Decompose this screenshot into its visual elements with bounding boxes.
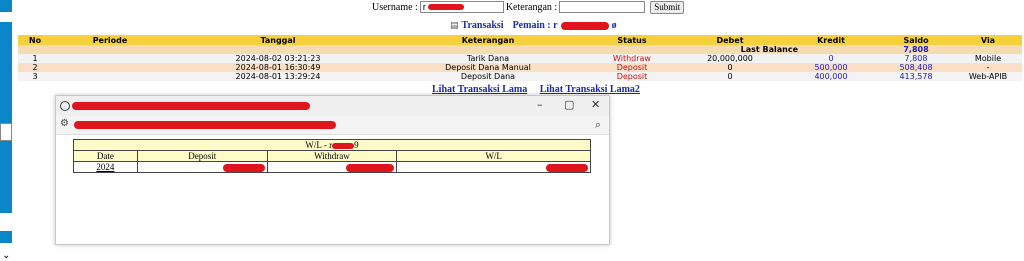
table-cell: 1 bbox=[18, 54, 52, 63]
popup-titlebar: – ▢ ✕ bbox=[56, 96, 609, 116]
globe-icon bbox=[60, 101, 70, 111]
transaction-table: No Periode Tanggal Keterangan Status Deb… bbox=[18, 35, 1022, 81]
table-cell bbox=[954, 45, 1022, 54]
table-cell: Mobile bbox=[954, 54, 1022, 63]
last-balance-label: Last Balance bbox=[18, 45, 878, 54]
wl-header-row: Date Deposit Withdraw W/L bbox=[73, 150, 591, 162]
column-header: Keterangan bbox=[388, 35, 588, 45]
wl-value-cell bbox=[396, 161, 591, 173]
table-row: 3 2024-08-01 13:29:24 Deposit Dana Depos… bbox=[18, 72, 1022, 81]
column-header: Withdraw bbox=[266, 150, 398, 162]
sidebar-dropdown[interactable]: ⌄ bbox=[0, 123, 12, 261]
old-transactions-link[interactable]: Lihat Transaksi Lama bbox=[432, 84, 527, 95]
column-header: Debet bbox=[676, 35, 784, 45]
table-cell bbox=[52, 72, 168, 81]
redaction-mark bbox=[546, 163, 588, 172]
old-transaction-links: Lihat Transaksi Lama Lihat Transaksi Lam… bbox=[432, 84, 650, 95]
table-cell: 500,000 bbox=[784, 63, 878, 72]
redaction-mark bbox=[560, 21, 609, 30]
username-label: Username : bbox=[372, 1, 418, 13]
wl-table: W/L - r 9 Date Deposit Withdraw W/L 2024 bbox=[73, 139, 591, 173]
table-cell: 2 bbox=[18, 63, 52, 72]
table-cell: 2024-08-01 16:30:49 bbox=[168, 63, 388, 72]
table-cell: Deposit Dana Manual bbox=[388, 63, 588, 72]
search-form: Username : Keterangan : Submit bbox=[372, 0, 685, 14]
table-cell bbox=[52, 54, 168, 63]
chevron-down-icon: ⌄ bbox=[2, 250, 11, 261]
close-button[interactable]: ✕ bbox=[591, 98, 600, 111]
column-header: W/L bbox=[396, 150, 591, 162]
minimize-button[interactable]: – bbox=[537, 98, 543, 111]
pemain-suffix: ø bbox=[611, 20, 617, 31]
table-cell: 400,000 bbox=[784, 72, 878, 81]
wl-title-prefix: W/L - r bbox=[305, 140, 333, 150]
table-cell: Web-APIB bbox=[954, 72, 1022, 81]
table-cell: 7,808 bbox=[878, 54, 954, 63]
redaction-mark bbox=[346, 163, 395, 172]
popup-window: – ▢ ✕ ⚙ ⌕ W/L - r 9 Date Deposit Withdraw… bbox=[55, 95, 610, 245]
table-cell: 508,408 bbox=[878, 63, 954, 72]
column-header: Via bbox=[954, 35, 1022, 45]
column-header: Status bbox=[588, 35, 676, 45]
column-header: Deposit bbox=[136, 150, 268, 162]
popup-address-bar[interactable]: ⚙ ⌕ bbox=[56, 116, 609, 135]
wl-withdraw-cell bbox=[266, 161, 398, 173]
table-row: 1 2024-08-02 03:21:23 Tarik Dana Withdra… bbox=[18, 54, 1022, 63]
table-cell: 413,578 bbox=[878, 72, 954, 81]
wl-deposit-cell bbox=[136, 161, 268, 173]
status-cell: Withdraw bbox=[588, 54, 676, 63]
table-cell: 0 bbox=[676, 72, 784, 81]
table-cell: - bbox=[954, 63, 1022, 72]
username-field-wrap bbox=[419, 1, 504, 13]
status-cell: Deposit bbox=[588, 72, 676, 81]
table-cell: 0 bbox=[676, 63, 784, 72]
table-cell: 3 bbox=[18, 72, 52, 81]
redaction-mark bbox=[74, 121, 336, 129]
wl-date-link[interactable]: 2024 bbox=[73, 161, 138, 173]
redaction-mark bbox=[427, 4, 464, 10]
last-balance-row: Last Balance 7,808 bbox=[18, 45, 1022, 54]
document-icon: ▤ bbox=[450, 20, 459, 31]
zoom-icon[interactable]: ⌕ bbox=[595, 118, 601, 132]
redaction-mark bbox=[72, 102, 310, 110]
column-header: No bbox=[18, 35, 52, 45]
table-header-row: No Periode Tanggal Keterangan Status Deb… bbox=[18, 35, 1022, 45]
submit-button[interactable]: Submit bbox=[650, 0, 685, 14]
column-header: Tanggal bbox=[168, 35, 388, 45]
table-cell: 2024-08-02 03:21:23 bbox=[168, 54, 388, 63]
site-settings-icon[interactable]: ⚙ bbox=[60, 118, 69, 129]
pemain-label: Pemain : r bbox=[512, 20, 558, 31]
wl-title-row: W/L - r 9 bbox=[73, 139, 591, 151]
old-transactions2-link[interactable]: Lihat Transaksi Lama2 bbox=[540, 84, 640, 95]
wl-row: 2024 bbox=[73, 161, 591, 173]
keterangan-label: Keterangan : bbox=[505, 1, 558, 13]
last-balance-value: 7,808 bbox=[878, 45, 954, 54]
keterangan-input[interactable] bbox=[559, 1, 646, 13]
column-header: Periode bbox=[52, 35, 168, 45]
column-header: Date bbox=[73, 150, 138, 162]
maximize-button[interactable]: ▢ bbox=[564, 98, 574, 111]
redaction-mark bbox=[222, 163, 265, 172]
table-cell bbox=[52, 63, 168, 72]
left-sidebar-strip: ⌄ bbox=[0, 0, 12, 261]
sidebar-gap bbox=[0, 213, 12, 231]
sidebar-gap bbox=[0, 12, 12, 22]
table-row: 2 2024-08-01 16:30:49 Deposit Dana Manua… bbox=[18, 63, 1022, 72]
table-cell: Deposit Dana bbox=[388, 72, 588, 81]
transaksi-header: ▤ Transaksi Pemain : r ø bbox=[450, 20, 617, 31]
wl-title: W/L - r 9 bbox=[73, 139, 591, 151]
redaction-mark bbox=[332, 142, 355, 149]
table-cell: 0 bbox=[784, 54, 878, 63]
table-cell: Tarik Dana bbox=[388, 54, 588, 63]
status-cell: Deposit bbox=[588, 63, 676, 72]
table-cell: 20,000,000 bbox=[676, 54, 784, 63]
transaksi-label: Transaksi bbox=[461, 20, 504, 31]
table-cell: 2024-08-01 13:29:24 bbox=[168, 72, 388, 81]
column-header: Saldo bbox=[878, 35, 954, 45]
wl-title-suffix: 9 bbox=[354, 140, 359, 150]
column-header: Kredit bbox=[784, 35, 878, 45]
